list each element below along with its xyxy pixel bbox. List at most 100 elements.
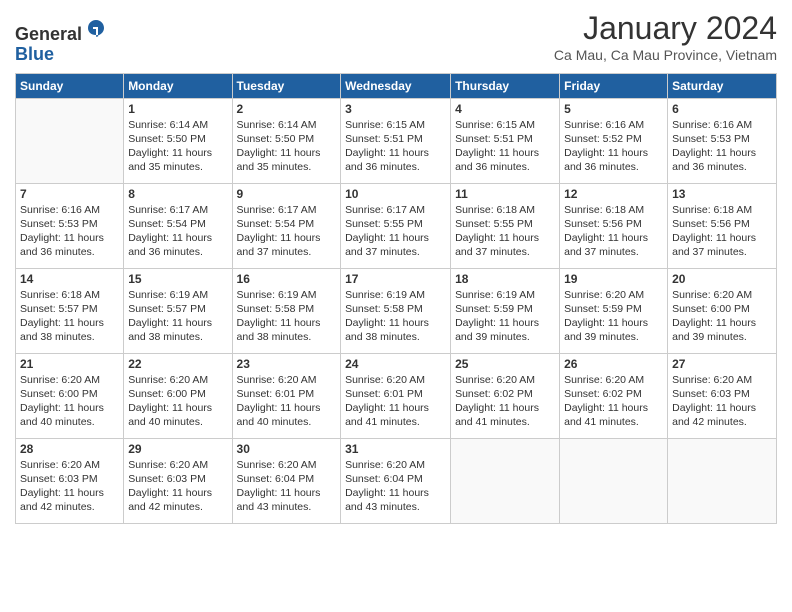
day-info: Sunrise: 6:20 AMSunset: 6:01 PMDaylight:…: [345, 373, 446, 430]
sunrise-time: Sunrise: 6:15 AM: [345, 119, 425, 131]
sunrise-time: Sunrise: 6:19 AM: [455, 289, 535, 301]
day-info: Sunrise: 6:19 AMSunset: 5:59 PMDaylight:…: [455, 288, 555, 345]
week-row-1: 7 Sunrise: 6:16 AMSunset: 5:53 PMDaylight…: [16, 183, 777, 268]
day-info: Sunrise: 6:20 AMSunset: 6:00 PMDaylight:…: [20, 373, 119, 430]
calendar-cell: 17Sunrise: 6:19 AMSunset: 5:58 PMDayligh…: [341, 268, 451, 353]
sunrise-time: Sunrise: 6:15 AM: [455, 119, 535, 131]
daylight-hours: Daylight: 11 hours: [455, 147, 539, 159]
daylight-minutes: and 36 minutes.: [20, 246, 95, 258]
daylight-hours: Daylight: 11 hours: [20, 317, 104, 329]
sunset-time: Sunset: 6:02 PM: [455, 388, 533, 400]
daylight-minutes: and 40 minutes.: [20, 416, 95, 428]
day-number: 19: [564, 272, 663, 286]
day-number: 29: [128, 442, 227, 456]
day-info: Sunrise: 6:18 AMSunset: 5:55 PMDaylight:…: [455, 203, 555, 260]
day-info: Sunrise: 6:15 AMSunset: 5:51 PMDaylight:…: [345, 118, 446, 175]
daylight-hours: Daylight: 11 hours: [237, 487, 321, 499]
day-number: 23: [237, 357, 337, 371]
calendar-cell: 7 Sunrise: 6:16 AMSunset: 5:53 PMDaylight…: [16, 183, 124, 268]
header-monday: Monday: [124, 73, 232, 98]
daylight-minutes: and 41 minutes.: [564, 416, 639, 428]
daylight-hours: Daylight: 11 hours: [20, 232, 104, 244]
sunset-time: Sunset: 5:59 PM: [564, 303, 642, 315]
day-info: Sunrise: 6:18 AMSunset: 5:57 PMDaylight:…: [20, 288, 119, 345]
calendar-cell: 24 Sunrise: 6:20 AMSunset: 6:01 PMDayligh…: [341, 353, 451, 438]
sunset-time: Sunset: 5:52 PM: [564, 133, 642, 145]
daylight-hours: Daylight: 11 hours: [564, 317, 648, 329]
calendar-cell: 12 Sunrise: 6:18 AMSunset: 5:56 PMDayligh…: [560, 183, 668, 268]
sunrise-time: Sunrise: 6:19 AM: [237, 289, 317, 301]
sunset-time: Sunset: 5:55 PM: [455, 218, 533, 230]
day-number: 15: [128, 272, 227, 286]
daylight-hours: Daylight: 11 hours: [345, 487, 429, 499]
sunset-time: Sunset: 5:54 PM: [237, 218, 315, 230]
logo-blue-text: Blue: [15, 45, 108, 65]
sunrise-time: Sunrise: 6:14 AM: [237, 119, 317, 131]
day-info: Sunrise: 6:20 AMSunset: 6:03 PMDaylight:…: [672, 373, 772, 430]
daylight-minutes: and 41 minutes.: [345, 416, 420, 428]
day-number: 28: [20, 442, 119, 456]
daylight-hours: Daylight: 11 hours: [128, 317, 212, 329]
daylight-minutes: and 43 minutes.: [237, 501, 312, 513]
calendar-cell: 5Sunrise: 6:16 AMSunset: 5:52 PMDaylight…: [560, 98, 668, 183]
daylight-hours: Daylight: 11 hours: [128, 487, 212, 499]
week-row-0: 1Sunrise: 6:14 AMSunset: 5:50 PMDaylight…: [16, 98, 777, 183]
daylight-minutes: and 37 minutes.: [455, 246, 530, 258]
sunset-time: Sunset: 5:53 PM: [672, 133, 750, 145]
calendar-cell: 22Sunrise: 6:20 AMSunset: 6:00 PMDayligh…: [124, 353, 232, 438]
calendar-cell: 28 Sunrise: 6:20 AM Sunset: 6:03 PM Dayligh…: [16, 438, 124, 523]
day-number: 1: [128, 102, 227, 116]
day-info: Sunrise: 6:20 AMSunset: 6:00 PMDaylight:…: [128, 373, 227, 430]
day-number: 7: [20, 187, 119, 201]
daylight-minutes: and 37 minutes.: [237, 246, 312, 258]
calendar-cell: 15Sunrise: 6:19 AMSunset: 5:57 PMDayligh…: [124, 268, 232, 353]
sunrise-time: Sunrise: 6:16 AM: [672, 119, 752, 131]
daylight-hours: Daylight: 11 hours: [345, 317, 429, 329]
sunrise-time: Sunrise: 6:17 AM: [237, 204, 317, 216]
daylight-minutes: and 39 minutes.: [455, 331, 530, 343]
calendar-header-row: SundayMondayTuesdayWednesdayThursdayFrid…: [16, 73, 777, 98]
daylight-minutes: and 38 minutes.: [345, 331, 420, 343]
calendar-cell: 6Sunrise: 6:16 AMSunset: 5:53 PMDaylight…: [668, 98, 777, 183]
sunrise-time: Sunrise: 6:20 AM: [672, 289, 752, 301]
daylight-hours: Daylight: 11 hours: [20, 487, 104, 499]
daylight-minutes: and 42 minutes.: [128, 501, 203, 513]
sunset-time: Sunset: 5:56 PM: [672, 218, 750, 230]
daylight-hours: Daylight: 11 hours: [672, 147, 756, 159]
daylight-hours: Daylight: 11 hours: [672, 232, 756, 244]
calendar-cell: 31Sunrise: 6:20 AMSunset: 6:04 PMDayligh…: [341, 438, 451, 523]
daylight-hours: Daylight: 11 hours: [128, 232, 212, 244]
day-number: 9: [237, 187, 337, 201]
day-number: 12: [564, 187, 663, 201]
sunset-time: Sunset: 6:03 PM: [672, 388, 750, 400]
day-info: Sunrise: 6:20 AMSunset: 6:00 PMDaylight:…: [672, 288, 772, 345]
sunset-time: Sunset: 5:58 PM: [345, 303, 423, 315]
sunset-time: Sunset: 5:51 PM: [455, 133, 533, 145]
day-info: Sunrise: 6:18 AMSunset: 5:56 PMDaylight:…: [564, 203, 663, 260]
daylight-minutes: and 40 minutes.: [237, 416, 312, 428]
calendar-cell: 10Sunrise: 6:17 AMSunset: 5:55 PMDayligh…: [341, 183, 451, 268]
day-info: Sunrise: 6:16 AM Sunset: 5:53 PM Daylight:…: [672, 118, 772, 175]
calendar-cell: [16, 98, 124, 183]
calendar-cell: 1Sunrise: 6:14 AMSunset: 5:50 PMDaylight…: [124, 98, 232, 183]
daylight-minutes: and 36 minutes.: [128, 246, 203, 258]
sunrise-time: Sunrise: 6:20 AM: [20, 374, 100, 386]
daylight-minutes: and 42 minutes.: [20, 501, 95, 513]
sunset-time: Sunset: 6:04 PM: [237, 473, 315, 485]
sunset-time: Sunset: 5:54 PM: [128, 218, 206, 230]
day-number: 24: [345, 357, 446, 371]
daylight-hours: Daylight: 11 hours: [237, 317, 321, 329]
sunrise-time: Sunrise: 6:20 AM: [672, 374, 752, 386]
sunrise-time: Sunrise: 6:20 AM: [20, 459, 100, 471]
header-thursday: Thursday: [451, 73, 560, 98]
sunrise-time: Sunrise: 6:20 AM: [128, 374, 208, 386]
calendar-cell: 21Sunrise: 6:20 AMSunset: 6:00 PMDayligh…: [16, 353, 124, 438]
day-number: 5: [564, 102, 663, 116]
day-info: Sunrise: 6:20 AM Sunset: 6:03 PM Daylight:…: [20, 458, 119, 515]
logo-icon: [84, 16, 108, 40]
day-info: Sunrise: 6:16 AMSunset: 5:53 PMDaylight:…: [20, 203, 119, 260]
day-number: 4: [455, 102, 555, 116]
daylight-hours: Daylight: 11 hours: [237, 232, 321, 244]
day-number: 27: [672, 357, 772, 371]
sunset-time: Sunset: 6:03 PM: [20, 473, 98, 485]
